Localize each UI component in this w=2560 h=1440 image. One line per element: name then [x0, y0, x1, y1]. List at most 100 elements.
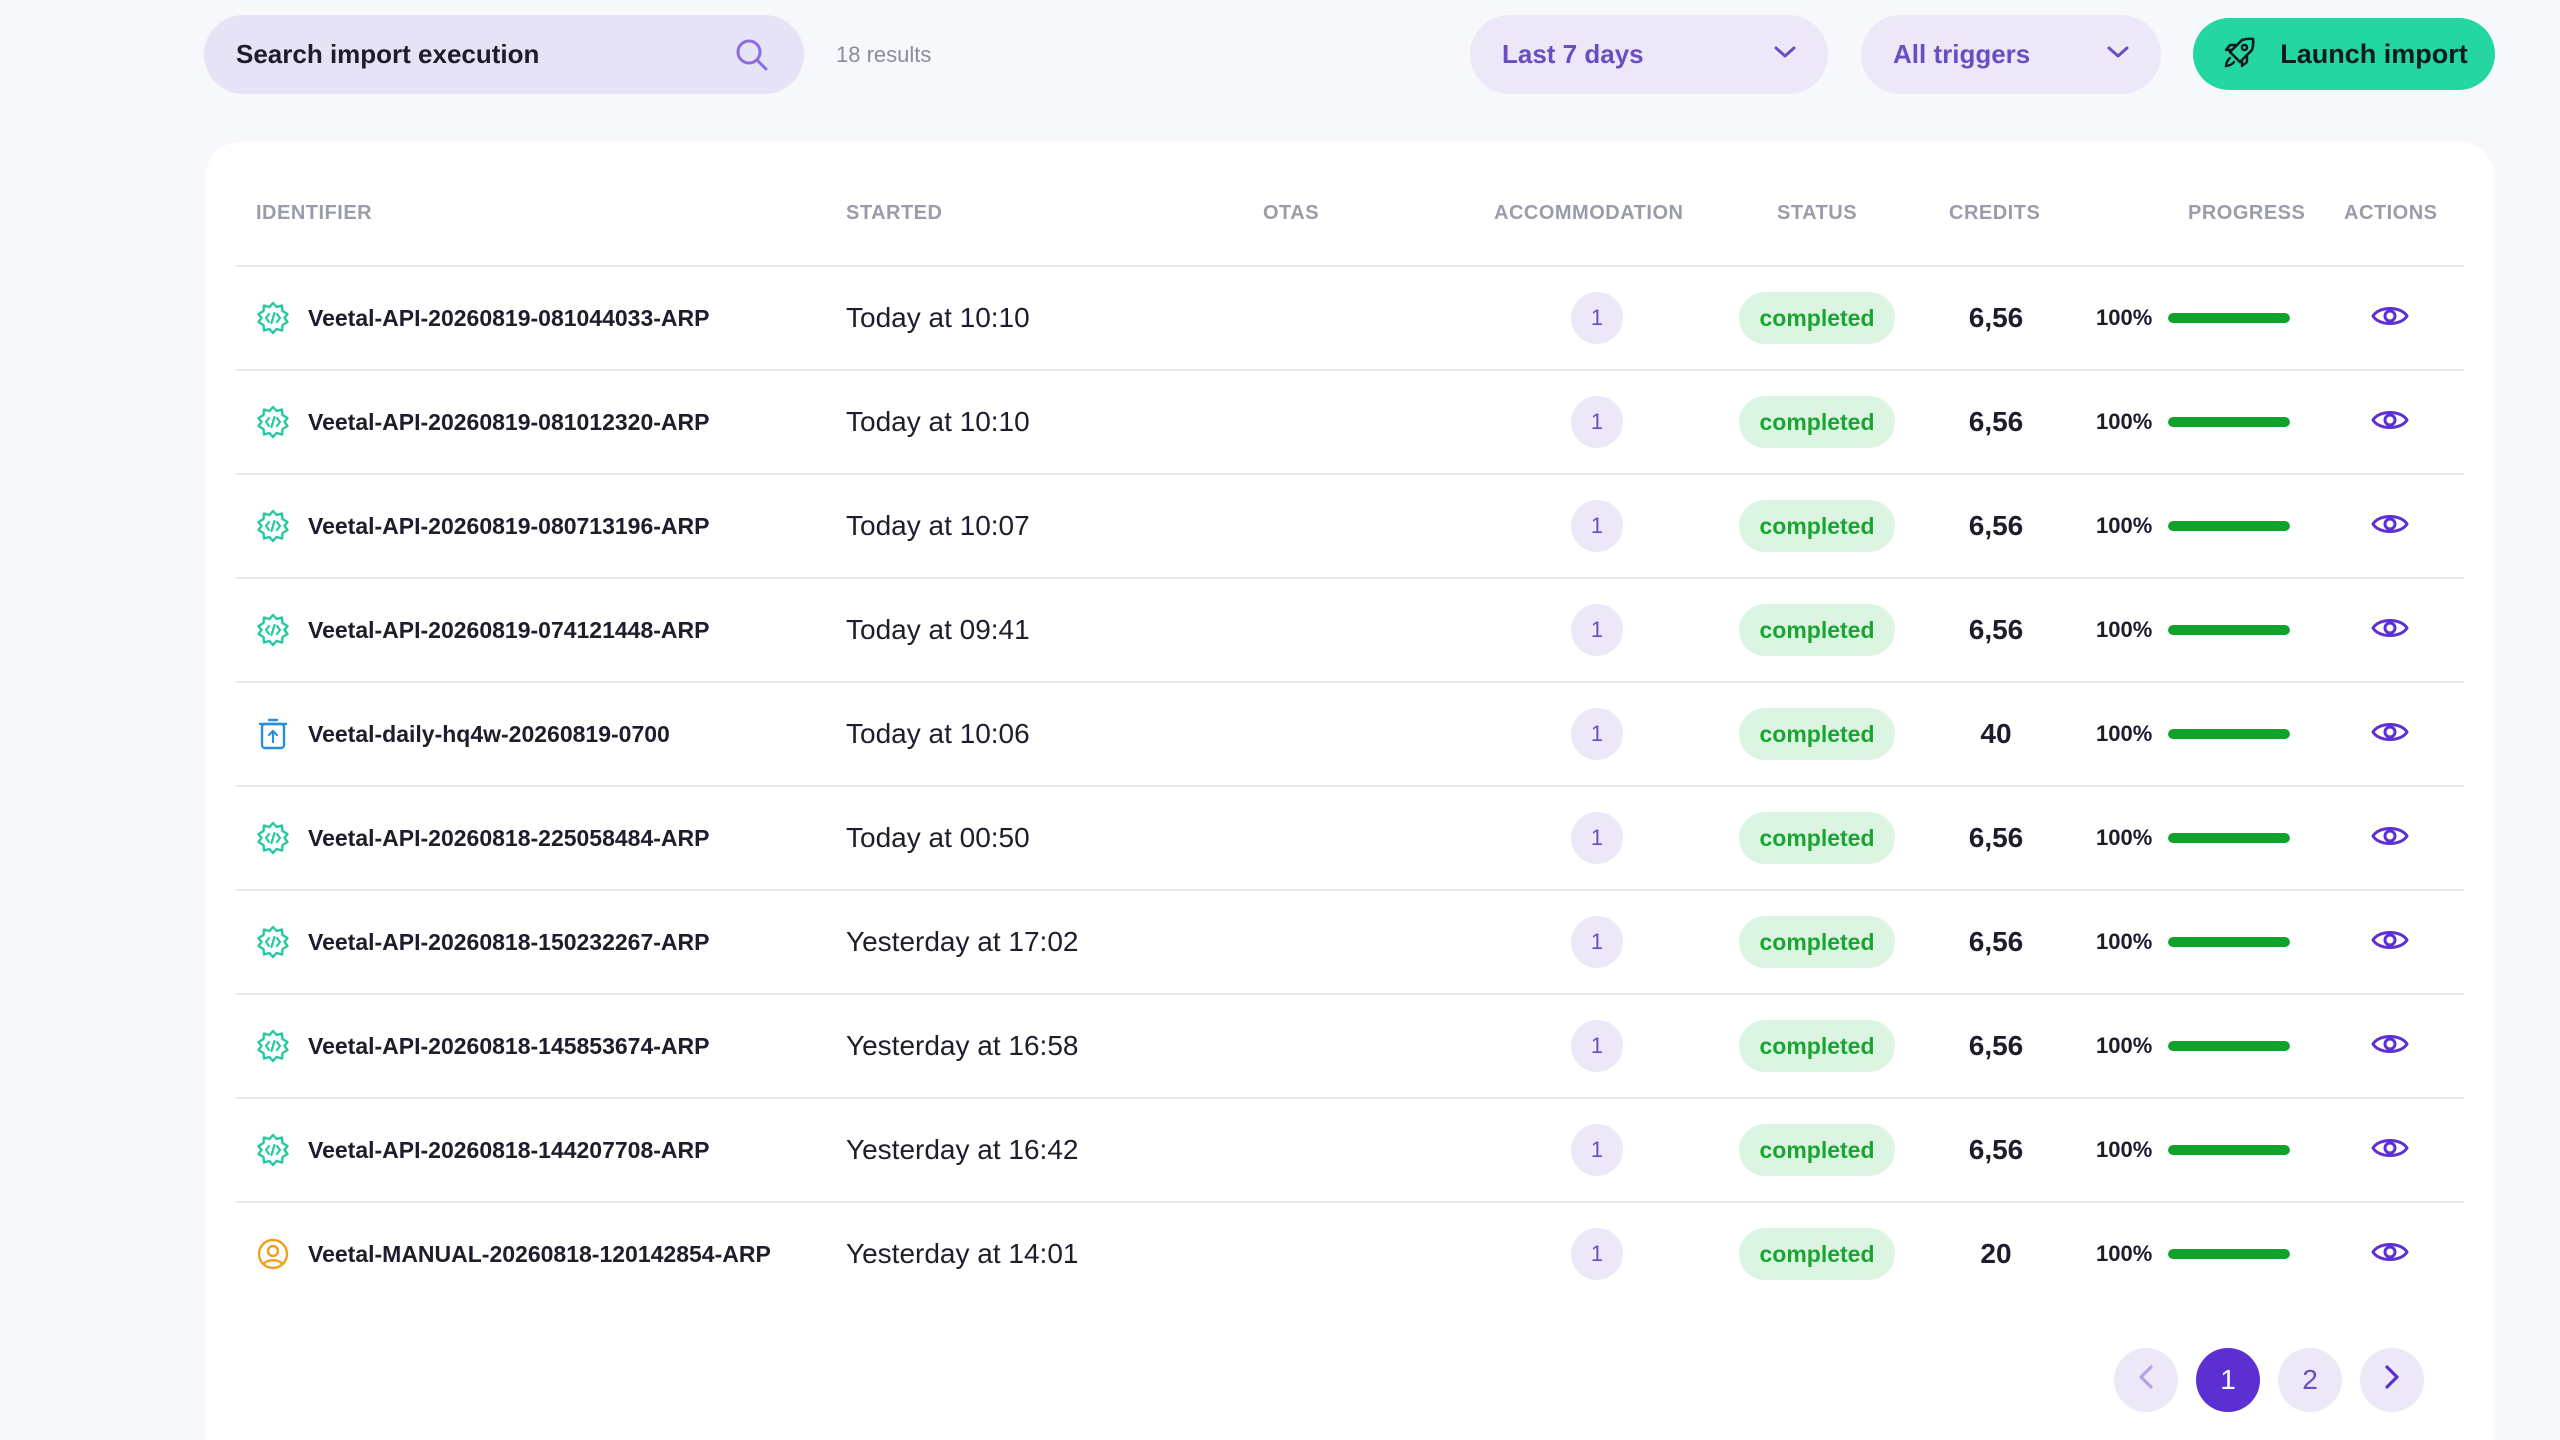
- table-row: Veetal-API-20260819-074121448-ARP Today a…: [236, 579, 2464, 683]
- column-header-identifier[interactable]: IDENTIFIER: [256, 202, 372, 225]
- view-details-button[interactable]: [2369, 683, 2411, 785]
- view-details-button[interactable]: [2369, 371, 2411, 473]
- progress-bar: [2168, 1145, 2290, 1155]
- table-row: Veetal-MANUAL-20260818-120142854-ARP Yest…: [236, 1203, 2464, 1307]
- chevron-down-icon: [1772, 44, 1798, 65]
- launch-import-button[interactable]: Launch import: [2193, 18, 2495, 90]
- progress-bar-fill: [2168, 833, 2290, 843]
- identifier-cell: Veetal-API-20260819-080713196-ARP: [256, 475, 710, 577]
- credits-cell: 40: [1980, 718, 2012, 749]
- accommodation-cell: 1: [1571, 267, 1623, 369]
- credits-cell: 6,56: [1968, 1030, 2024, 1061]
- progress-bar-fill: [2168, 521, 2290, 531]
- accommodation-count-badge: 1: [1571, 708, 1623, 760]
- status-cell: completed: [1739, 1203, 1895, 1305]
- progress-bar-fill: [2168, 1041, 2290, 1051]
- view-details-button[interactable]: [2369, 475, 2411, 577]
- api-gear-icon: [256, 1133, 290, 1167]
- view-details-button[interactable]: [2369, 579, 2411, 681]
- api-gear-icon: [256, 925, 290, 959]
- status-cell: completed: [1739, 995, 1895, 1097]
- identifier-text: Veetal-API-20260819-081012320-ARP: [308, 408, 710, 435]
- progress-bar: [2168, 1249, 2290, 1259]
- eye-icon: [2370, 510, 2410, 543]
- status-badge: completed: [1739, 812, 1895, 864]
- pagination: 1 2: [2114, 1348, 2424, 1412]
- started-cell: Yesterday at 14:01: [846, 1238, 1079, 1269]
- view-details-button[interactable]: [2369, 267, 2411, 369]
- view-details-button[interactable]: [2369, 1099, 2411, 1201]
- eye-icon: [2370, 406, 2410, 439]
- status-cell: completed: [1739, 579, 1895, 681]
- identifier-cell: Veetal-daily-hq4w-20260819-0700: [256, 683, 670, 785]
- accommodation-count-badge: 1: [1571, 604, 1623, 656]
- view-details-button[interactable]: [2369, 891, 2411, 993]
- identifier-cell: Veetal-API-20260819-081044033-ARP: [256, 267, 710, 369]
- chevron-down-icon: [2105, 44, 2131, 65]
- identifier-cell: Veetal-API-20260819-081012320-ARP: [256, 371, 710, 473]
- progress-bar: [2168, 625, 2290, 635]
- accommodation-count-badge: 1: [1571, 1124, 1623, 1176]
- status-badge: completed: [1739, 1124, 1895, 1176]
- accommodation-cell: 1: [1571, 1099, 1623, 1201]
- view-details-button[interactable]: [2369, 1203, 2411, 1305]
- table-row: Veetal-API-20260818-225058484-ARP Today a…: [236, 787, 2464, 891]
- status-cell: completed: [1739, 1099, 1895, 1201]
- search-box[interactable]: [204, 15, 804, 94]
- progress-percent: 100%: [2096, 409, 2153, 434]
- identifier-cell: Veetal-MANUAL-20260818-120142854-ARP: [256, 1203, 771, 1305]
- identifier-text: Veetal-API-20260819-074121448-ARP: [308, 616, 710, 643]
- credits-cell: 6,56: [1968, 926, 2024, 957]
- view-details-button[interactable]: [2369, 995, 2411, 1097]
- progress-percent: 100%: [2096, 825, 2153, 850]
- search-icon[interactable]: [732, 35, 772, 75]
- view-details-button[interactable]: [2369, 787, 2411, 889]
- credits-cell: 6,56: [1968, 614, 2024, 645]
- progress-bar: [2168, 521, 2290, 531]
- accommodation-cell: 1: [1571, 891, 1623, 993]
- accommodation-count-badge: 1: [1571, 812, 1623, 864]
- accommodation-cell: 1: [1571, 787, 1623, 889]
- api-gear-icon: [256, 821, 290, 855]
- results-count: 18 results: [836, 42, 932, 67]
- trigger-filter-dropdown[interactable]: All triggers: [1861, 15, 2161, 94]
- identifier-cell: Veetal-API-20260818-225058484-ARP: [256, 787, 710, 889]
- progress-percent: 100%: [2096, 513, 2153, 538]
- status-badge: completed: [1739, 604, 1895, 656]
- next-page-button[interactable]: [2360, 1348, 2424, 1412]
- accommodation-count-badge: 1: [1571, 292, 1623, 344]
- started-cell: Today at 10:06: [846, 718, 1030, 749]
- progress-cell: 100%: [2096, 1203, 2290, 1305]
- progress-bar: [2168, 729, 2290, 739]
- rocket-icon: [2220, 34, 2258, 75]
- identifier-text: Veetal-API-20260819-081044033-ARP: [308, 304, 710, 331]
- page-button-1[interactable]: 1: [2196, 1348, 2260, 1412]
- progress-percent: 100%: [2096, 1241, 2153, 1266]
- status-cell: completed: [1739, 267, 1895, 369]
- search-input[interactable]: [236, 39, 732, 70]
- progress-cell: 100%: [2096, 787, 2290, 889]
- progress-cell: 100%: [2096, 1099, 2290, 1201]
- period-filter-dropdown[interactable]: Last 7 days: [1470, 15, 1828, 94]
- table-row: Veetal-API-20260818-145853674-ARP Yesterd…: [236, 995, 2464, 1099]
- progress-bar: [2168, 1041, 2290, 1051]
- column-header-started[interactable]: STARTED: [846, 202, 942, 225]
- page-button-2[interactable]: 2: [2278, 1348, 2342, 1412]
- column-header-accommodation: ACCOMMODATION: [1494, 202, 1684, 224]
- progress-percent: 100%: [2096, 1033, 2153, 1058]
- previous-page-button[interactable]: [2114, 1348, 2178, 1412]
- column-header-credits: CREDITS: [1949, 202, 2041, 224]
- launch-import-label: Launch import: [2280, 38, 2468, 69]
- eye-icon: [2370, 614, 2410, 647]
- eye-icon: [2370, 1030, 2410, 1063]
- accommodation-count-badge: 1: [1571, 1020, 1623, 1072]
- progress-bar: [2168, 417, 2290, 427]
- started-cell: Today at 00:50: [846, 822, 1030, 853]
- started-cell: Today at 09:41: [846, 614, 1030, 645]
- table-body: Veetal-API-20260819-081044033-ARP Today a…: [236, 267, 2464, 1307]
- column-header-status: STATUS: [1777, 202, 1858, 224]
- credits-cell: 6,56: [1968, 302, 2024, 333]
- identifier-text: Veetal-API-20260818-225058484-ARP: [308, 824, 710, 851]
- identifier-text: Veetal-API-20260819-080713196-ARP: [308, 512, 710, 539]
- progress-bar-fill: [2168, 1249, 2290, 1259]
